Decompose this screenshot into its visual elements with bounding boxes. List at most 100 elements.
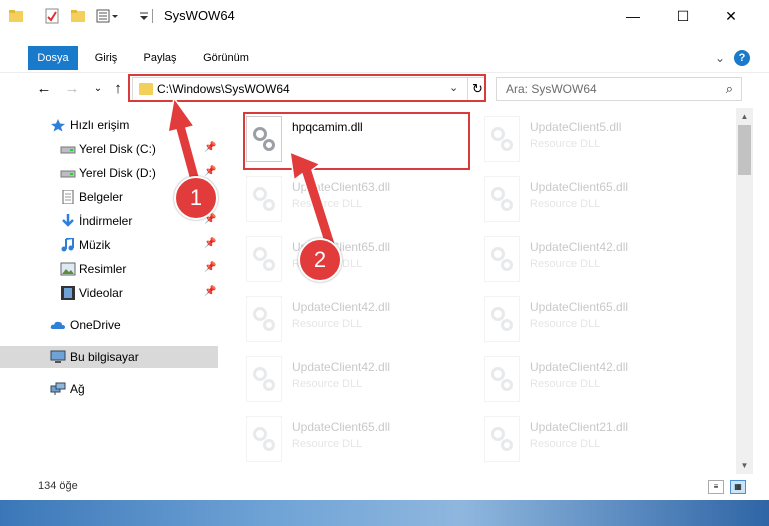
file-item[interactable]: UpdateClient42.dll Resource DLL — [230, 352, 460, 408]
title-separator — [152, 9, 153, 23]
sidebar-item-label: İndirmeler — [79, 214, 133, 228]
vertical-scrollbar[interactable]: ▲ ▼ — [736, 108, 753, 474]
sidebar-item-network[interactable]: Ağ — [0, 378, 218, 400]
sidebar-item-label: Ağ — [70, 382, 85, 396]
sidebar-item-onedrive[interactable]: OneDrive — [0, 314, 218, 336]
file-name: UpdateClient65.dll — [530, 300, 629, 314]
downloads-icon — [60, 214, 76, 228]
tab-view[interactable]: Görünüm — [196, 46, 256, 70]
dll-file-icon — [246, 356, 282, 402]
file-item[interactable]: UpdateClient42.dll Resource DLL — [468, 352, 698, 408]
file-type: Resource DLL — [530, 318, 601, 330]
file-name: UpdateClient42.dll — [530, 360, 629, 374]
back-button[interactable]: ← — [34, 79, 54, 99]
tiles-view-icon[interactable]: ▦ — [730, 480, 746, 494]
up-button[interactable]: ↑ — [108, 79, 128, 99]
file-item[interactable]: UpdateClient65.dll Resource DLL — [468, 292, 698, 348]
sidebar-item-pictures[interactable]: Resimler 📌 — [0, 258, 218, 280]
file-name: UpdateClient65.dll — [530, 180, 629, 194]
search-placeholder: Ara: SysWOW64 — [506, 82, 597, 96]
file-type: Resource DLL — [530, 198, 601, 210]
file-type: Resource DLL — [530, 438, 601, 450]
pin-icon[interactable]: 📌 — [204, 262, 216, 273]
folder-icon[interactable] — [8, 8, 24, 24]
item-count: 134 öğe — [38, 480, 78, 492]
file-name: UpdateClient21.dll — [530, 420, 629, 434]
file-item[interactable]: UpdateClient65.dll Resource DLL — [230, 412, 460, 468]
file-type: Resource DLL — [292, 318, 363, 330]
sidebar-item-music[interactable]: Müzik 📌 — [0, 234, 218, 256]
computer-icon — [50, 350, 66, 364]
details-view-icon[interactable]: ≡ — [708, 480, 724, 494]
pictures-icon — [60, 262, 76, 276]
file-item[interactable]: UpdateClient42.dll Resource DLL — [468, 232, 698, 288]
dll-file-icon — [484, 116, 520, 162]
file-type: Resource DLL — [530, 258, 601, 270]
sidebar-item-label: Yerel Disk (D:) — [79, 166, 156, 180]
star-icon — [50, 118, 66, 132]
callout-badge-2: 2 — [298, 238, 342, 282]
file-name: UpdateClient42.dll — [292, 360, 391, 374]
dll-file-icon — [246, 176, 282, 222]
music-icon — [60, 236, 76, 252]
sidebar-item-label: Bu bilgisayar — [70, 350, 139, 364]
tab-share[interactable]: Paylaş — [136, 46, 184, 70]
maximize-button[interactable]: ☐ — [660, 0, 706, 32]
dll-file-icon — [484, 296, 520, 342]
file-item[interactable]: UpdateClient65.dll Resource DLL — [468, 172, 698, 228]
properties-icon[interactable] — [44, 8, 60, 24]
callout-badge-1: 1 — [174, 176, 218, 220]
file-type: Resource DLL — [292, 378, 363, 390]
ribbon-tabs: Dosya Giriş Paylaş Görünüm ⌄ ? — [0, 46, 769, 70]
drive-icon — [60, 142, 76, 156]
status-bar: 134 öğe ≡ ▦ — [0, 474, 769, 500]
close-button[interactable]: ✕ — [708, 0, 754, 32]
sidebar-item-videos[interactable]: Videolar 📌 — [0, 282, 218, 304]
scroll-down-icon[interactable]: ▼ — [736, 457, 753, 474]
sidebar-item-label: Hızlı erişim — [70, 118, 130, 132]
sidebar-item-label: Resimler — [79, 262, 127, 276]
file-name: UpdateClient42.dll — [292, 300, 391, 314]
recent-locations-button[interactable]: ⌄ — [88, 79, 108, 99]
dll-file-icon — [246, 236, 282, 282]
dll-file-icon — [484, 236, 520, 282]
dll-file-icon — [484, 356, 520, 402]
file-type: Resource DLL — [530, 138, 601, 150]
customize-qa-icon[interactable] — [96, 8, 126, 24]
sidebar-item-label: OneDrive — [70, 318, 121, 332]
file-item[interactable]: UpdateClient21.dll Resource DLL — [468, 412, 698, 468]
videos-icon — [60, 286, 76, 300]
new-folder-icon[interactable] — [70, 8, 86, 24]
pin-icon[interactable]: 📌 — [204, 238, 216, 249]
tab-file[interactable]: Dosya — [28, 46, 78, 70]
help-icon[interactable]: ? — [734, 50, 750, 66]
cloud-icon — [50, 318, 66, 332]
search-icon: ⌕ — [725, 81, 733, 96]
network-icon — [50, 382, 66, 396]
dll-file-icon — [484, 416, 520, 462]
file-explorer-window: SysWOW64 — ☐ ✕ Dosya Giriş Paylaş Görünü… — [0, 0, 769, 500]
scroll-up-icon[interactable]: ▲ — [736, 108, 753, 125]
file-item[interactable]: UpdateClient5.dll Resource DLL — [468, 112, 698, 168]
forward-button[interactable]: → — [62, 79, 82, 99]
sidebar-item-label: Belgeler — [79, 190, 124, 204]
file-item[interactable]: UpdateClient42.dll Resource DLL — [230, 292, 460, 348]
dll-file-icon — [484, 176, 520, 222]
sidebar-item-label: Müzik — [79, 238, 111, 252]
sidebar-item-label: Yerel Disk (C:) — [79, 142, 156, 156]
desktop-background — [0, 500, 769, 526]
pin-icon[interactable]: 📌 — [204, 286, 216, 297]
qa-dropdown-icon[interactable] — [136, 8, 152, 24]
search-input[interactable]: Ara: SysWOW64 ⌕ — [496, 77, 742, 101]
sidebar-item-this-pc[interactable]: Bu bilgisayar — [0, 346, 218, 368]
sidebar-item-label: Videolar — [79, 286, 123, 300]
file-type: Resource DLL — [530, 378, 601, 390]
dll-file-icon — [246, 296, 282, 342]
minimize-button[interactable]: — — [610, 0, 656, 32]
window-title: SysWOW64 — [164, 8, 235, 23]
file-name: UpdateClient42.dll — [530, 240, 629, 254]
expand-ribbon-icon[interactable]: ⌄ — [712, 50, 728, 66]
tab-home[interactable]: Giriş — [86, 46, 126, 70]
scroll-thumb[interactable] — [738, 125, 751, 175]
dll-file-icon — [246, 416, 282, 462]
